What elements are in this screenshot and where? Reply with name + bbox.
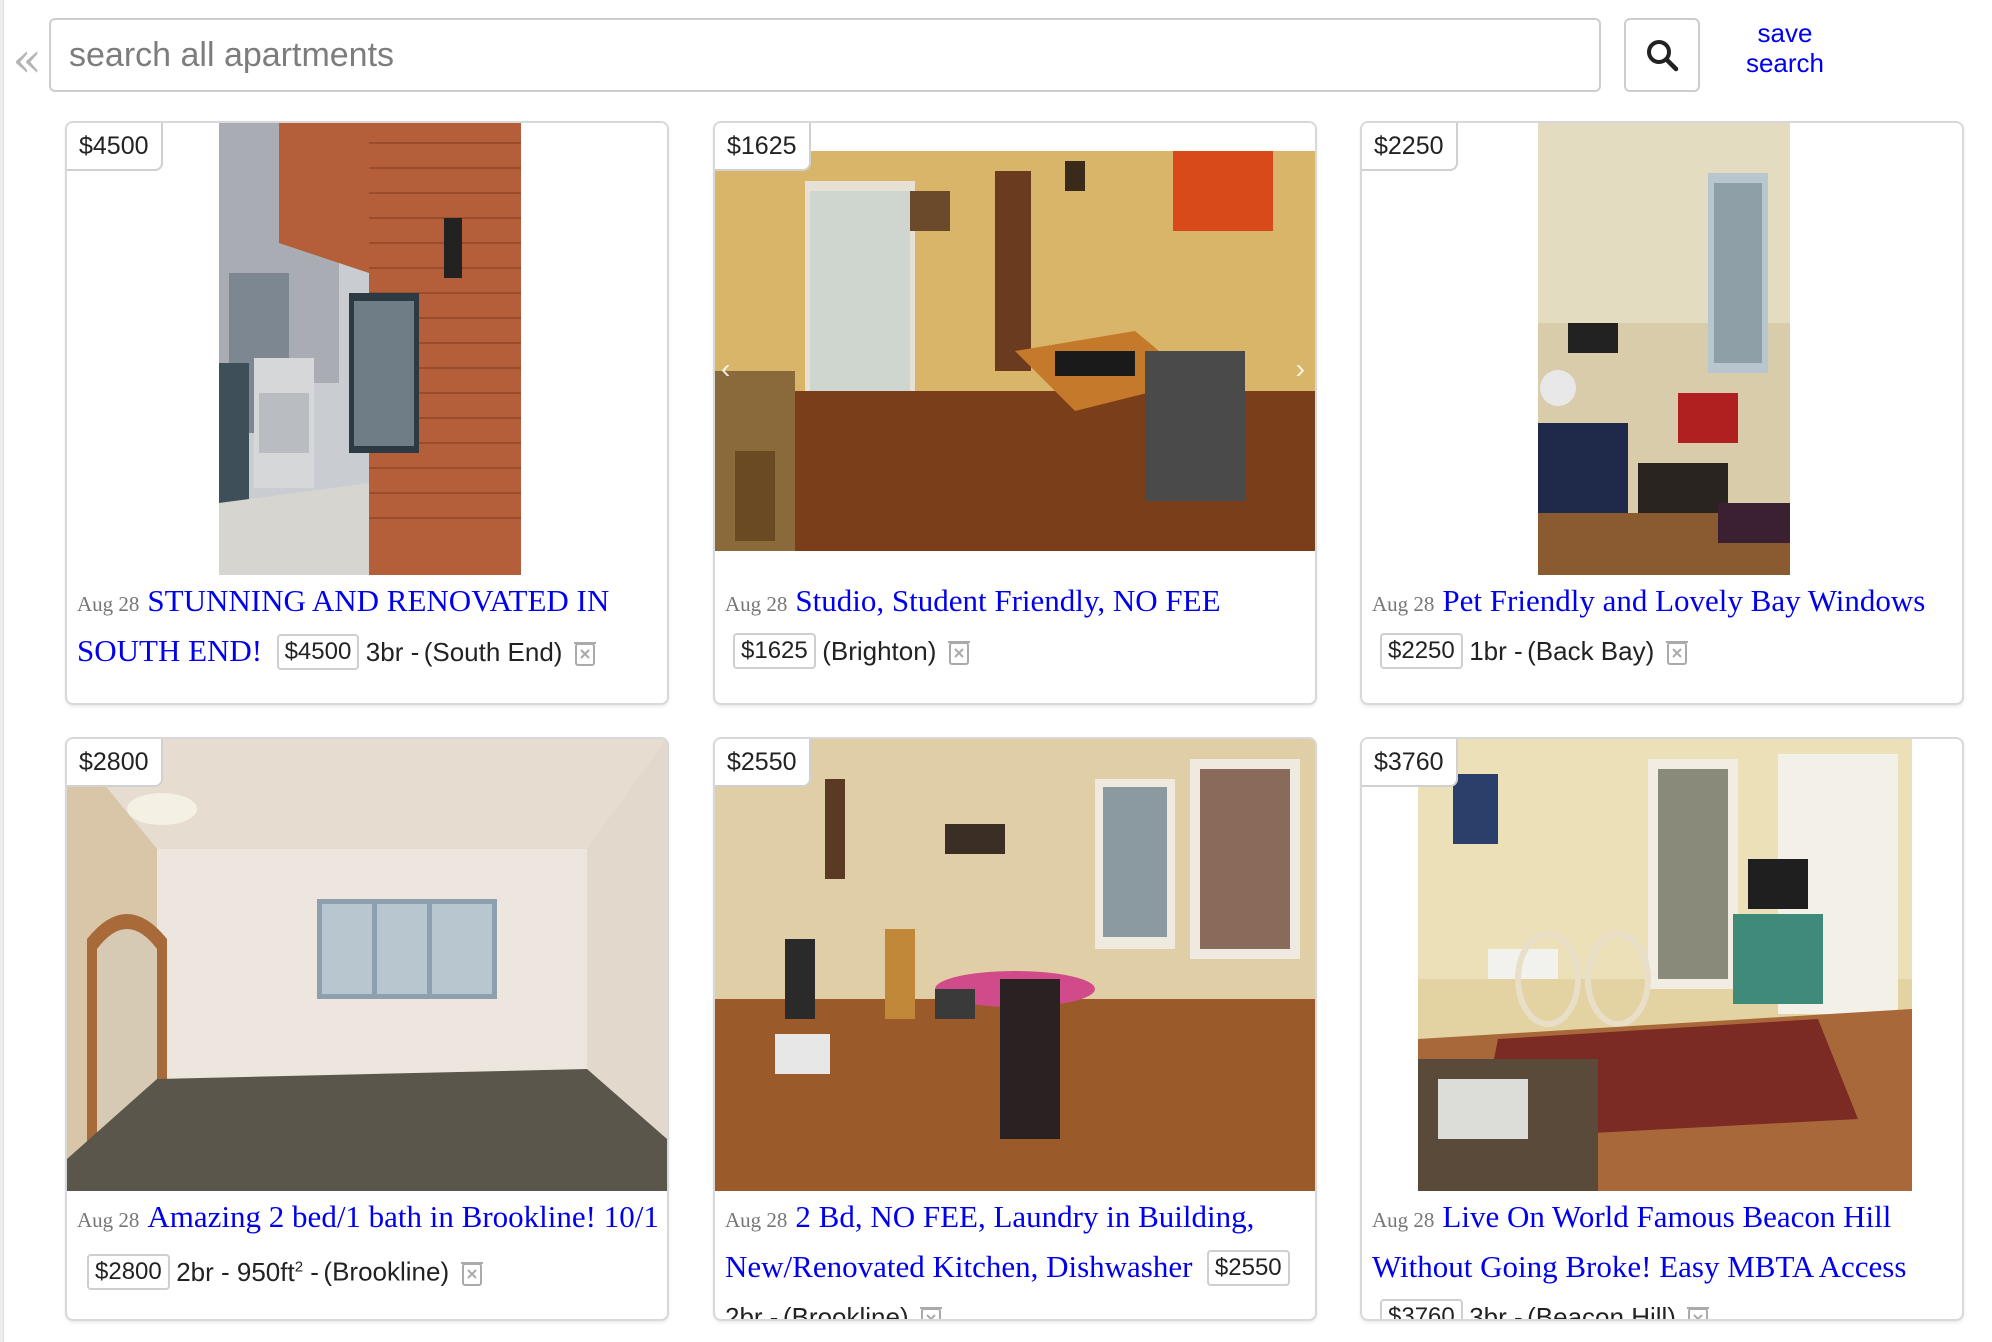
result-title-link[interactable]: Pet Friendly and Lovely Bay Windows: [1442, 583, 1925, 618]
result-housing-text: 2br - 950ft: [176, 1256, 295, 1287]
result-price: $2550: [1206, 1250, 1290, 1286]
result-card[interactable]: $2250 Aug 28 Pet Friendly and Lovely Bay …: [1360, 121, 1964, 705]
hide-listing-icon[interactable]: [1686, 1304, 1710, 1319]
result-housing: 2br - 950ft2 -: [176, 1257, 319, 1287]
result-hood: (Back Bay): [1527, 636, 1655, 666]
result-info: Aug 28 2 Bd, NO FEE, Laundry in Building,…: [725, 1195, 1307, 1321]
result-title-link[interactable]: 2 Bd, NO FEE, Laundry in Building, New/R…: [725, 1199, 1254, 1284]
search-icon: [1647, 40, 1679, 72]
result-housing: 2br -: [725, 1302, 779, 1321]
result-price: $1625: [733, 633, 816, 669]
result-price: $3760: [1380, 1299, 1463, 1319]
save-search-label-2: search: [1745, 48, 1825, 78]
price-tag: $1625: [715, 123, 811, 171]
hide-listing-icon[interactable]: [573, 639, 597, 685]
result-housing: 1br -: [1469, 636, 1523, 666]
result-price: $4500: [276, 634, 360, 670]
result-card[interactable]: $2800 Aug 28 Amazing 2 bed/1 bath in Broo…: [65, 737, 669, 1321]
result-date: Aug 28: [1372, 592, 1435, 616]
collapse-sidebar-button[interactable]: «: [10, 30, 44, 90]
result-date: Aug 28: [725, 592, 788, 616]
result-housing: 3br -: [365, 637, 420, 667]
listing-photo[interactable]: [715, 123, 1315, 575]
result-price: $2250: [1380, 633, 1463, 669]
result-info: Aug 28 STUNNING AND RENOVATED IN SOUTH EN…: [77, 579, 659, 685]
next-photo-arrow[interactable]: ›: [1296, 353, 1305, 385]
result-housing-after: -: [303, 1256, 319, 1287]
result-date: Aug 28: [77, 592, 140, 616]
result-price: $2800: [87, 1253, 170, 1290]
save-search-label-1: save: [1757, 18, 1813, 48]
result-card[interactable]: $2550 Aug 28 2 Bd, NO FEE, Laundry in Bui…: [713, 737, 1317, 1321]
result-hood: (Brighton): [822, 636, 937, 666]
sidebar-edge: [0, 0, 4, 1342]
result-hood: (Brookline): [782, 1302, 909, 1321]
result-info: Aug 28 Studio, Student Friendly, NO FEE $…: [725, 579, 1307, 684]
result-card[interactable]: ‹ › $1625 Aug 28 Studio, Student Friendly…: [713, 121, 1317, 705]
price-tag: $2250: [1362, 123, 1458, 171]
result-card[interactable]: $3760 Aug 28 Live On World Famous Beacon …: [1360, 737, 1964, 1321]
result-title-link[interactable]: Amazing 2 bed/1 bath in Brookline! 10/1: [147, 1199, 658, 1234]
listing-photo[interactable]: [67, 123, 667, 575]
result-title-link[interactable]: Studio, Student Friendly, NO FEE: [795, 583, 1220, 618]
result-hood: (South End): [423, 637, 563, 667]
price-tag: $2550: [715, 739, 811, 787]
save-search-link[interactable]: save search: [1720, 18, 1850, 78]
result-card[interactable]: $4500 Aug 28 STUNNING AND RENOVATED IN SO…: [65, 121, 669, 705]
result-info: Aug 28 Live On World Famous Beacon Hill W…: [1372, 1195, 1954, 1321]
prev-photo-arrow[interactable]: ‹: [721, 353, 730, 385]
price-tag: $3760: [1362, 739, 1458, 787]
hide-listing-icon[interactable]: [1665, 638, 1689, 684]
hide-listing-icon[interactable]: [919, 1304, 943, 1319]
listing-photo[interactable]: [1362, 123, 1962, 575]
listing-photo[interactable]: [1362, 739, 1962, 1191]
result-hood: (Brookline): [323, 1256, 450, 1287]
result-housing: 3br -: [1469, 1302, 1523, 1321]
result-hood: (Beacon Hill): [1527, 1302, 1676, 1321]
result-housing-sup: 2: [294, 1258, 304, 1275]
result-date: Aug 28: [1372, 1208, 1435, 1232]
result-date: Aug 28: [725, 1208, 788, 1232]
hide-listing-icon[interactable]: [460, 1259, 484, 1305]
listing-photo[interactable]: [715, 739, 1315, 1191]
result-info: Aug 28 Amazing 2 bed/1 bath in Brookline!…: [77, 1195, 659, 1305]
price-tag: $2800: [67, 739, 163, 787]
result-date: Aug 28: [77, 1208, 140, 1232]
search-button[interactable]: [1624, 18, 1700, 92]
price-tag: $4500: [67, 123, 163, 171]
search-input[interactable]: [49, 18, 1601, 92]
result-title-link[interactable]: Live On World Famous Beacon Hill Without…: [1372, 1199, 1906, 1284]
result-info: Aug 28 Pet Friendly and Lovely Bay Window…: [1372, 579, 1954, 684]
listing-photo[interactable]: [67, 739, 667, 1191]
hide-listing-icon[interactable]: [947, 638, 971, 684]
